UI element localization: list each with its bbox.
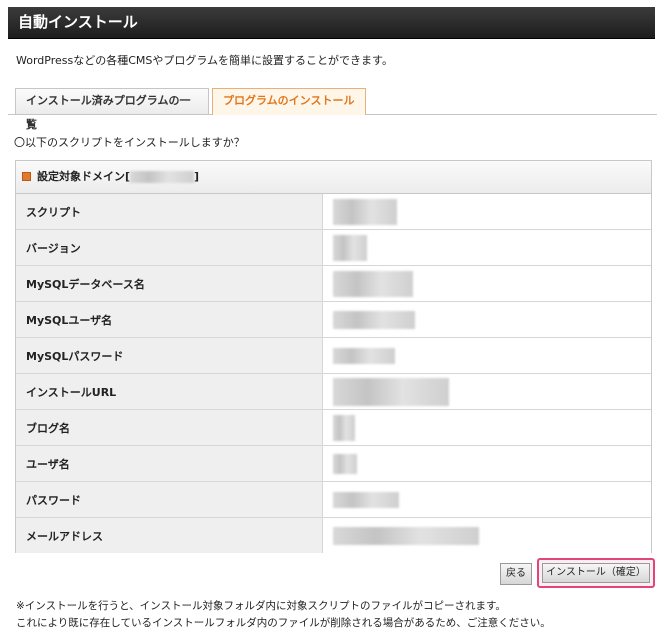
page-header: 自動インストール (8, 7, 655, 39)
row-label: MySQLユーザ名 (16, 301, 323, 338)
row-label: ユーザ名 (16, 445, 323, 482)
note-line: これにより既に存在しているインストールフォルダ内のファイルが削除される場合がある… (16, 617, 551, 629)
table-row: メールアドレス (16, 517, 651, 553)
tab-installed-programs[interactable]: インストール済みプログラムの一覧 (15, 88, 209, 131)
table-row: MySQLパスワード (16, 337, 651, 374)
row-value (322, 194, 651, 230)
redacted-value (333, 414, 355, 441)
row-value (322, 301, 651, 338)
row-label: バージョン (16, 229, 323, 266)
row-value (322, 445, 651, 482)
panel-header: 設定対象ドメイン[] (16, 161, 651, 194)
tab-bar: インストール済みプログラムの一覧 プログラムのインストール (8, 88, 657, 131)
redacted-value (333, 377, 449, 406)
redacted-value (333, 526, 479, 545)
redacted-value (333, 234, 367, 261)
install-settings-panel: 設定対象ドメイン[] スクリプト バージョン MySQLデータベース名 MySQ… (15, 160, 652, 553)
redacted-value (333, 198, 397, 225)
row-label: パスワード (16, 481, 323, 518)
domain-label-prefix: 設定対象ドメイン[ (37, 170, 131, 183)
redacted-domain (130, 171, 195, 183)
table-row: ユーザ名 (16, 445, 651, 482)
note-line: ※インストールを行うと、インストール対象フォルダ内に対象スクリプトのファイルがコ… (16, 600, 506, 612)
confirm-highlight: インストール（確定） (537, 558, 655, 588)
redacted-value (333, 347, 395, 364)
domain-label-suffix: ] (194, 170, 200, 183)
row-label: ブログ名 (16, 409, 323, 446)
row-value (322, 517, 651, 553)
tab-install-program[interactable]: プログラムのインストール (212, 88, 366, 115)
redacted-value (333, 453, 357, 474)
back-button[interactable]: 戻る (500, 563, 532, 585)
table-row: スクリプト (16, 194, 651, 230)
row-label: スクリプト (16, 194, 323, 230)
table-row: バージョン (16, 229, 651, 266)
table-row: ブログ名 (16, 409, 651, 446)
settings-table: スクリプト バージョン MySQLデータベース名 MySQLユーザ名 MySQL… (16, 194, 651, 553)
row-value (322, 373, 651, 410)
row-value (322, 265, 651, 302)
page-title: 自動インストール (18, 13, 138, 31)
redacted-value (333, 310, 415, 329)
row-value (322, 337, 651, 374)
table-row: インストールURL (16, 373, 651, 410)
install-confirm-button[interactable]: インストール（確定） (542, 563, 650, 583)
table-row: パスワード (16, 481, 651, 518)
row-value (322, 481, 651, 518)
table-row: MySQLデータベース名 (16, 265, 651, 302)
bullet-icon (22, 171, 31, 181)
page-description: WordPressなどの各種CMSやプログラムを簡単に設置することができます。 (16, 54, 393, 67)
redacted-value (333, 491, 399, 508)
row-label: メールアドレス (16, 517, 323, 553)
table-row: MySQLユーザ名 (16, 301, 651, 338)
row-label: インストールURL (16, 373, 323, 410)
redacted-value (333, 270, 413, 297)
install-question: 〇以下のスクリプトをインストールしますか？ (14, 136, 245, 149)
row-value (322, 229, 651, 266)
row-label: MySQLデータベース名 (16, 265, 323, 302)
row-value (322, 409, 651, 446)
row-label: MySQLパスワード (16, 337, 323, 374)
install-note: ※インストールを行うと、インストール対象フォルダ内に対象スクリプトのファイルがコ… (16, 598, 551, 632)
